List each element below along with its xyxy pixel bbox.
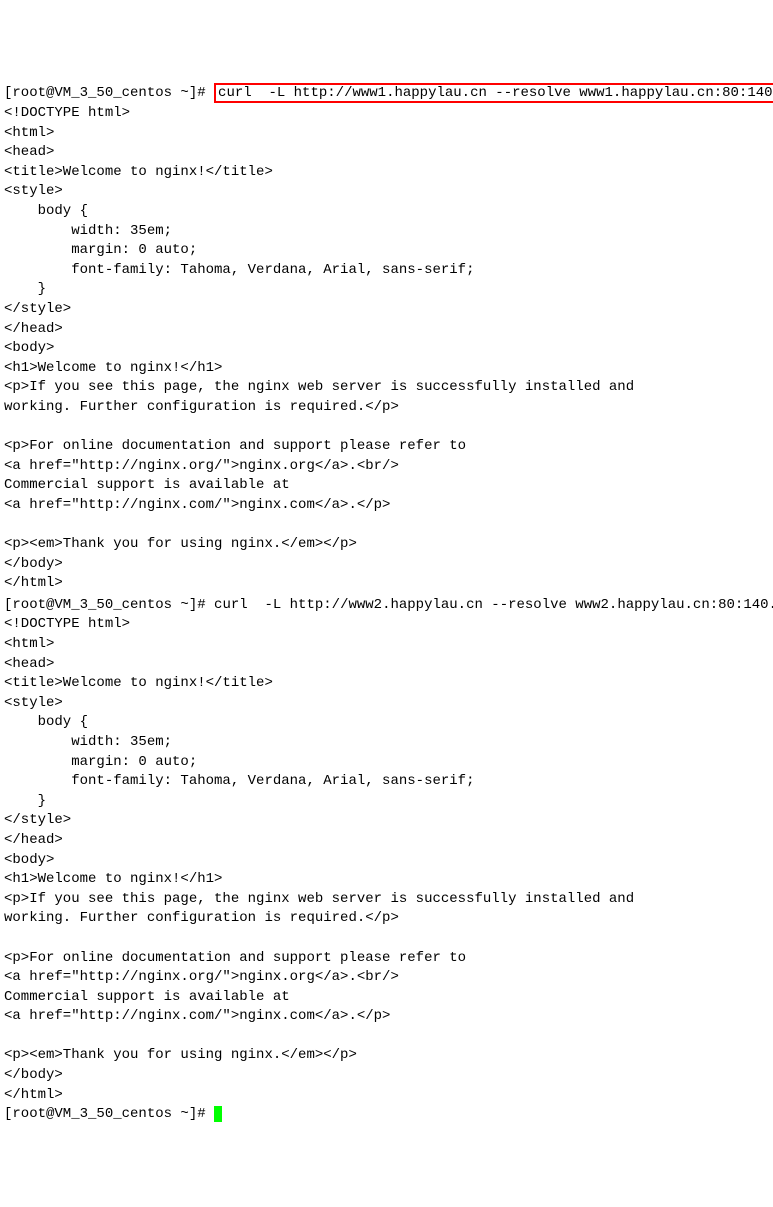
output-link1-2: <a href="http://nginx.org/">nginx.org</a…	[4, 969, 399, 985]
output-head-close-1: </head>	[4, 321, 63, 337]
output-h1-2: <h1>Welcome to nginx!</h1>	[4, 871, 222, 887]
output-body-close-1: </body>	[4, 556, 63, 572]
output-html-open-1: <html>	[4, 125, 54, 141]
output-p3-1: Commercial support is available at	[4, 477, 290, 493]
output-body-close-2: </body>	[4, 1067, 63, 1083]
output-p1a-1: <p>If you see this page, the nginx web s…	[4, 379, 634, 395]
output-p1b-2: working. Further configuration is requir…	[4, 910, 399, 926]
output-style-font-2: font-family: Tahoma, Verdana, Arial, san…	[4, 773, 474, 789]
output-link2-2: <a href="http://nginx.com/">nginx.com</a…	[4, 1008, 390, 1024]
cursor-icon	[214, 1106, 222, 1122]
output-body-open-1: <body>	[4, 340, 54, 356]
output-style-close-1: </style>	[4, 301, 71, 317]
terminal-prompt-2: [root@VM_3_50_centos ~]#	[4, 597, 214, 613]
output-style-font-1: font-family: Tahoma, Verdana, Arial, san…	[4, 262, 474, 278]
output-html-open-2: <html>	[4, 636, 54, 652]
output-body-open-2: <body>	[4, 852, 54, 868]
output-html-close-1: </html>	[4, 575, 63, 591]
terminal-prompt-1: [root@VM_3_50_centos ~]#	[4, 85, 214, 101]
output-p1a-2: <p>If you see this page, the nginx web s…	[4, 891, 634, 907]
output-style-body-1: body {	[4, 203, 88, 219]
output-head-open-2: <head>	[4, 656, 54, 672]
output-style-brace-1: }	[4, 281, 46, 297]
output-style-margin-2: margin: 0 auto;	[4, 754, 197, 770]
output-style-close-2: </style>	[4, 812, 71, 828]
output-style-width-1: width: 35em;	[4, 223, 172, 239]
output-link2-1: <a href="http://nginx.com/">nginx.com</a…	[4, 497, 390, 513]
output-title-2: <title>Welcome to nginx!</title>	[4, 675, 273, 691]
output-style-body-2: body {	[4, 714, 88, 730]
output-html-close-2: </html>	[4, 1087, 63, 1103]
output-style-margin-1: margin: 0 auto;	[4, 242, 197, 258]
output-head-open-1: <head>	[4, 144, 54, 160]
output-style-open-1: <style>	[4, 183, 63, 199]
output-p2-1: <p>For online documentation and support …	[4, 438, 466, 454]
curl-command-2: curl -L http://www2.happylau.cn --resolv…	[214, 597, 773, 613]
output-thank-2: <p><em>Thank you for using nginx.</em></…	[4, 1047, 357, 1063]
output-thank-1: <p><em>Thank you for using nginx.</em></…	[4, 536, 357, 552]
output-link1-1: <a href="http://nginx.org/">nginx.org</a…	[4, 458, 399, 474]
output-style-open-2: <style>	[4, 695, 63, 711]
curl-command-1: curl -L http://www1.happylau.cn --resolv…	[218, 85, 773, 101]
output-p2-2: <p>For online documentation and support …	[4, 950, 466, 966]
output-title-1: <title>Welcome to nginx!</title>	[4, 164, 273, 180]
terminal-prompt-3[interactable]: [root@VM_3_50_centos ~]#	[4, 1106, 214, 1122]
output-doctype-1: <!DOCTYPE html>	[4, 105, 130, 121]
highlighted-command-1: curl -L http://www1.happylau.cn --resolv…	[214, 83, 773, 103]
output-style-width-2: width: 35em;	[4, 734, 172, 750]
output-style-brace-2: }	[4, 793, 46, 809]
output-p1b-1: working. Further configuration is requir…	[4, 399, 399, 415]
output-head-close-2: </head>	[4, 832, 63, 848]
output-doctype-2: <!DOCTYPE html>	[4, 616, 130, 632]
output-h1-1: <h1>Welcome to nginx!</h1>	[4, 360, 222, 376]
output-p3-2: Commercial support is available at	[4, 989, 290, 1005]
